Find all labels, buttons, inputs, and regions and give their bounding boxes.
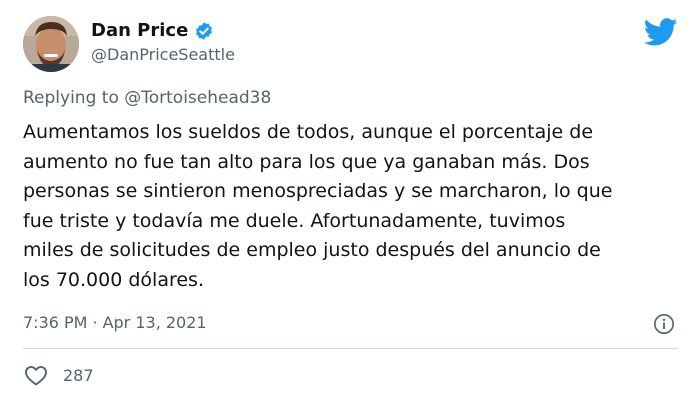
reply-mention-link[interactable]: @Tortoisehead38 [124, 88, 271, 108]
like-button[interactable]: 287 [23, 364, 94, 386]
tweet-date: Apr 13, 2021 [102, 313, 207, 332]
tweet-line: miles de solicitudes de empleo justo des… [23, 239, 601, 261]
author-handle[interactable]: @DanPriceSeattle [91, 45, 235, 64]
twitter-bird-icon[interactable] [644, 15, 678, 49]
tweet-line: los 70.000 dólares. [23, 268, 204, 291]
tweet-timestamp[interactable]: 7:36 PM · Apr 13, 2021 [23, 313, 207, 332]
tweet-line: personas se sintieron menospreciadas y s… [23, 180, 613, 202]
like-count: 287 [63, 365, 94, 385]
divider [23, 348, 678, 349]
tweet-text: Aumentamos los sueldos de todos, aunque … [23, 118, 678, 295]
info-icon[interactable] [653, 313, 675, 335]
avatar[interactable] [23, 16, 79, 72]
author-row: Dan Price [91, 20, 214, 41]
author-name[interactable]: Dan Price [91, 20, 188, 41]
heart-icon [25, 366, 47, 386]
verified-badge-icon [196, 21, 213, 40]
meta-separator: · [92, 313, 98, 332]
tweet-line: Aumentamos los sueldos de todos, aunque … [23, 121, 594, 143]
replying-to-label: Replying to [23, 88, 119, 108]
tweet-line: fue triste y todavía me duele. Afortunad… [23, 209, 566, 232]
replying-to: Replying to @Tortoisehead38 [23, 88, 271, 108]
tweet-time: 7:36 PM [23, 313, 88, 332]
avatar-image [23, 16, 79, 72]
tweet-line: aumento no fue tan alto para los que ya … [23, 150, 590, 173]
